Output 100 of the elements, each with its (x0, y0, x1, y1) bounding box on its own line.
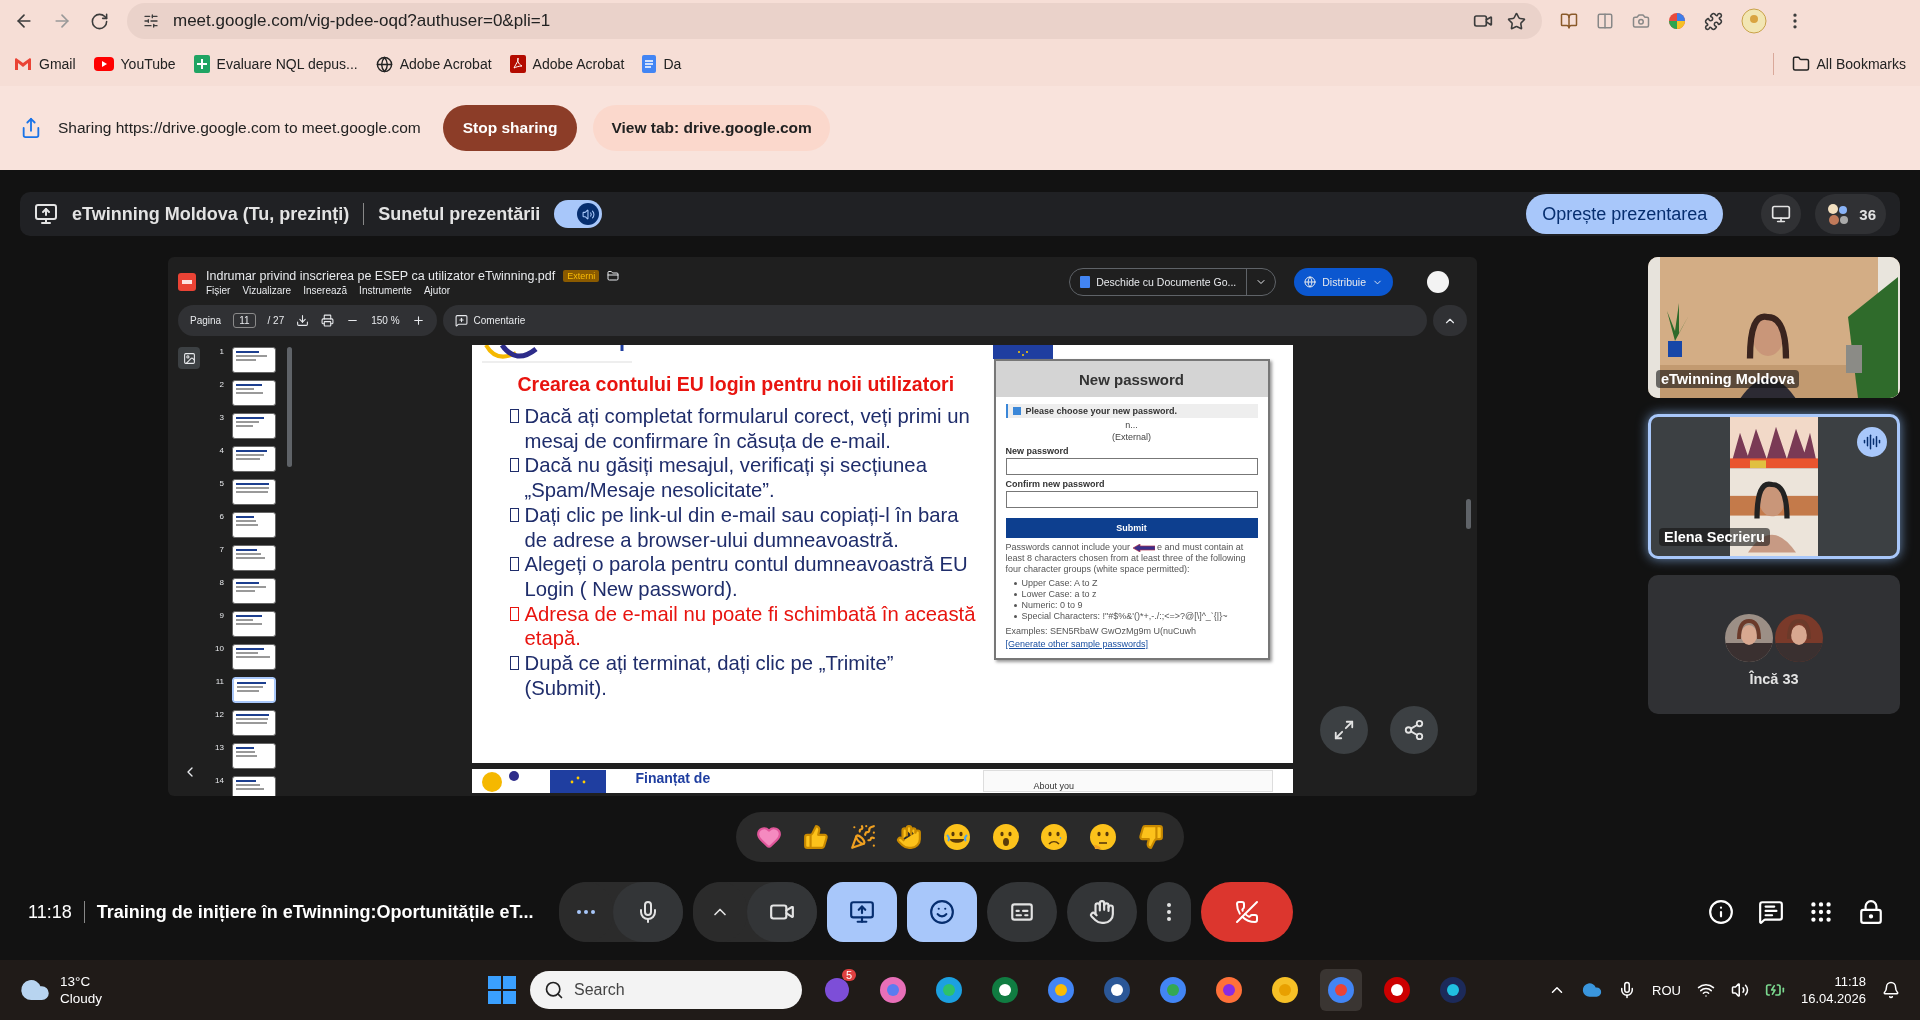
bookmark-link[interactable]: Da (642, 55, 682, 73)
stop-presenting-button[interactable]: Oprește prezentarea (1526, 194, 1724, 234)
page-thumbnail[interactable] (232, 677, 276, 703)
search-field[interactable]: Search (530, 971, 803, 1009)
page-number: 9 (218, 611, 224, 620)
zoom-dropdown[interactable]: 150 % (371, 315, 400, 326)
page-thumbnail[interactable] (232, 776, 276, 796)
folder-icon[interactable] (607, 269, 620, 282)
bookmark-link[interactable]: Adobe Acrobat (375, 55, 492, 73)
taskbar-button[interactable]: 5 (816, 969, 859, 1011)
zoom-in-icon[interactable] (411, 314, 425, 327)
bookmark-link[interactable]: Adobe Acrobat (509, 55, 625, 73)
menu-item[interactable]: Vizualizare (242, 284, 292, 296)
keyboard-language[interactable]: ROU (1652, 982, 1681, 998)
page-thumbnail[interactable] (232, 512, 276, 538)
thinking-face-icon[interactable] (1088, 823, 1117, 851)
page-thumbnail[interactable] (232, 710, 276, 736)
url-text: meet.google.com/vig-pdee-oqd?authuser=0&pli=1 (173, 11, 551, 31)
surprised-face-icon[interactable] (991, 823, 1020, 851)
page-thumbnail[interactable] (232, 545, 276, 571)
scrollbar[interactable] (287, 347, 292, 467)
four-squares-icon[interactable] (488, 976, 517, 1004)
menu-item[interactable]: Inserează (303, 284, 348, 296)
document-icon (642, 55, 657, 73)
open-with-button[interactable]: Deschide cu Documente Go... (1070, 269, 1248, 295)
share-button[interactable]: Distribuie (1294, 268, 1393, 296)
sound-toggle[interactable] (554, 200, 603, 228)
hand-icon[interactable] (896, 824, 923, 850)
pdf-file-icon (178, 273, 196, 291)
hide-video-button[interactable] (1761, 194, 1802, 234)
page-thumbnail[interactable] (232, 347, 276, 373)
reload-icon[interactable] (90, 11, 109, 31)
info-icon[interactable] (1708, 899, 1734, 925)
network-icon[interactable] (1696, 981, 1715, 999)
scrollbar[interactable] (1466, 499, 1471, 529)
bookmark-link[interactable]: Evaluare NQL depus... (193, 55, 358, 73)
page-thumbnail[interactable] (232, 380, 276, 406)
weather-condition: Cloudy (60, 990, 103, 1007)
site-settings-icon[interactable] (143, 13, 159, 29)
present-button[interactable] (827, 882, 898, 942)
page-thumbnail[interactable] (232, 644, 276, 670)
page-number: 14 (214, 776, 224, 785)
page-thumbnail[interactable] (232, 611, 276, 637)
page-thumbnail[interactable] (232, 578, 276, 604)
address-bar[interactable]: meet.google.com/vig-pdee-oqd?authuser=0&pli=1 (127, 3, 1542, 39)
participants-button[interactable]: 36 (1815, 194, 1886, 234)
laughing-face-icon[interactable] (942, 823, 971, 851)
globe-icon (1304, 276, 1317, 288)
page-number: 11 (214, 677, 224, 686)
volume-icon[interactable] (1730, 981, 1749, 999)
extensions-icon[interactable] (1704, 11, 1723, 31)
participant-name: Elena Secrieru (1659, 528, 1770, 546)
participant-tile[interactable]: Încă 33 (1648, 575, 1900, 714)
page-label: Pagina (190, 315, 222, 326)
clock[interactable]: 11:18 16.04.2026 (1800, 973, 1866, 1007)
download-icon[interactable] (296, 314, 310, 327)
bullet-icon (509, 458, 519, 473)
menu-item[interactable]: Instrumente (359, 284, 412, 296)
page-thumbnail[interactable] (232, 743, 276, 769)
page-thumbnail[interactable] (232, 413, 276, 439)
fullscreen-button[interactable] (1320, 706, 1368, 754)
all-bookmarks-button[interactable]: All Bookmarks (1791, 55, 1906, 73)
lock-icon[interactable] (1858, 899, 1884, 925)
leave-call-button[interactable] (1201, 882, 1294, 942)
participant-tile[interactable]: eTwinning Moldova (1648, 257, 1900, 398)
participant-tile[interactable]: Elena Secrieru (1648, 414, 1900, 559)
thumbs-up-icon[interactable] (803, 824, 829, 850)
menu-item[interactable]: Fișier (206, 284, 231, 296)
share-button[interactable] (1390, 706, 1438, 754)
bookmark-star-icon[interactable] (1507, 11, 1526, 31)
color-wheel-icon[interactable] (1668, 12, 1686, 30)
page-thumbnail[interactable] (232, 479, 276, 505)
apps-grid-icon[interactable] (1808, 899, 1834, 925)
view-tab-button[interactable]: View tab: drive.google.com (593, 105, 830, 151)
avatar[interactable] (1427, 271, 1449, 293)
crying-face-icon[interactable] (1040, 823, 1069, 851)
share-screen-icon (20, 117, 42, 139)
bookmark-link[interactable]: YouTube (93, 56, 176, 72)
notifications-icon[interactable] (1882, 981, 1900, 999)
play-icon (93, 57, 114, 71)
party-popper-icon[interactable] (849, 824, 876, 850)
thumbnails-toggle[interactable] (178, 347, 200, 369)
generate-link[interactable]: [Generate other sample passwords] (1005, 639, 1149, 650)
print-icon[interactable] (321, 314, 335, 327)
field-label: Confirm new password (1005, 479, 1106, 489)
raise-hand-button[interactable] (1067, 882, 1138, 942)
submit-button[interactable]: Submit (1005, 518, 1258, 538)
heart-icon[interactable] (756, 824, 783, 850)
reactions-button[interactable] (907, 882, 978, 942)
stop-sharing-button[interactable]: Stop sharing (442, 105, 578, 151)
comment-button[interactable]: Comentarie (454, 314, 526, 327)
thumbs-down-icon[interactable] (1137, 824, 1164, 850)
page-field[interactable]: 11 (233, 313, 256, 328)
reading-mode-icon[interactable] (1596, 12, 1614, 30)
notification-badge: 5 (841, 969, 857, 981)
cloud-icon[interactable] (1582, 980, 1603, 1000)
chat-icon[interactable] (1758, 899, 1784, 925)
bookmark-link[interactable]: Gmail (14, 56, 76, 72)
page-thumbnail[interactable] (232, 446, 276, 472)
menu-item[interactable]: Ajutor (423, 284, 451, 296)
